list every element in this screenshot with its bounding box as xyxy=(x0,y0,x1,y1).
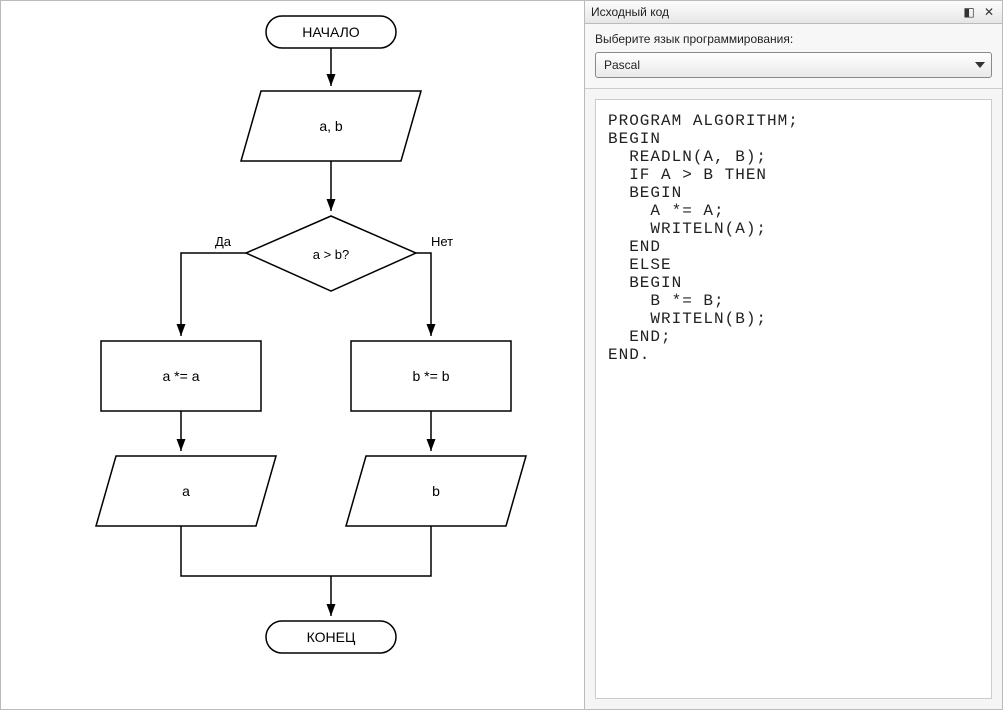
flow-input-label: a, b xyxy=(319,118,343,134)
undock-icon[interactable]: ◧ xyxy=(962,5,976,19)
flowchart-pane: НАЧАЛО a, b a > b? Да Нет a xyxy=(0,0,585,710)
language-section: Выберите язык программирования: Pascal xyxy=(585,24,1002,89)
flow-output-left-label: a xyxy=(182,483,190,499)
panel-header: Исходный код ◧ ✕ xyxy=(585,1,1002,24)
source-panel: Исходный код ◧ ✕ Выберите язык программи… xyxy=(585,0,1003,710)
flow-process-right-label: b *= b xyxy=(413,368,450,384)
language-label: Выберите язык программирования: xyxy=(595,32,992,46)
app-window: НАЧАЛО a, b a > b? Да Нет a xyxy=(0,0,1003,710)
close-icon[interactable]: ✕ xyxy=(982,5,996,19)
flow-start-label: НАЧАЛО xyxy=(302,24,360,40)
language-select-value: Pascal xyxy=(604,58,640,72)
flow-process-left-label: a *= a xyxy=(163,368,200,384)
flow-output-right-label: b xyxy=(432,483,440,499)
flow-decision-label: a > b? xyxy=(313,247,350,262)
flow-branch-no: Нет xyxy=(431,234,453,249)
chevron-down-icon xyxy=(975,62,985,68)
flowchart-svg: НАЧАЛО a, b a > b? Да Нет a xyxy=(1,1,584,711)
flow-end-label: КОНЕЦ xyxy=(307,629,356,645)
code-view[interactable]: PROGRAM ALGORITHM; BEGIN READLN(A, B); I… xyxy=(595,99,992,699)
flow-branch-yes: Да xyxy=(215,234,232,249)
language-select[interactable]: Pascal xyxy=(595,52,992,78)
panel-title-text: Исходный код xyxy=(591,5,669,19)
